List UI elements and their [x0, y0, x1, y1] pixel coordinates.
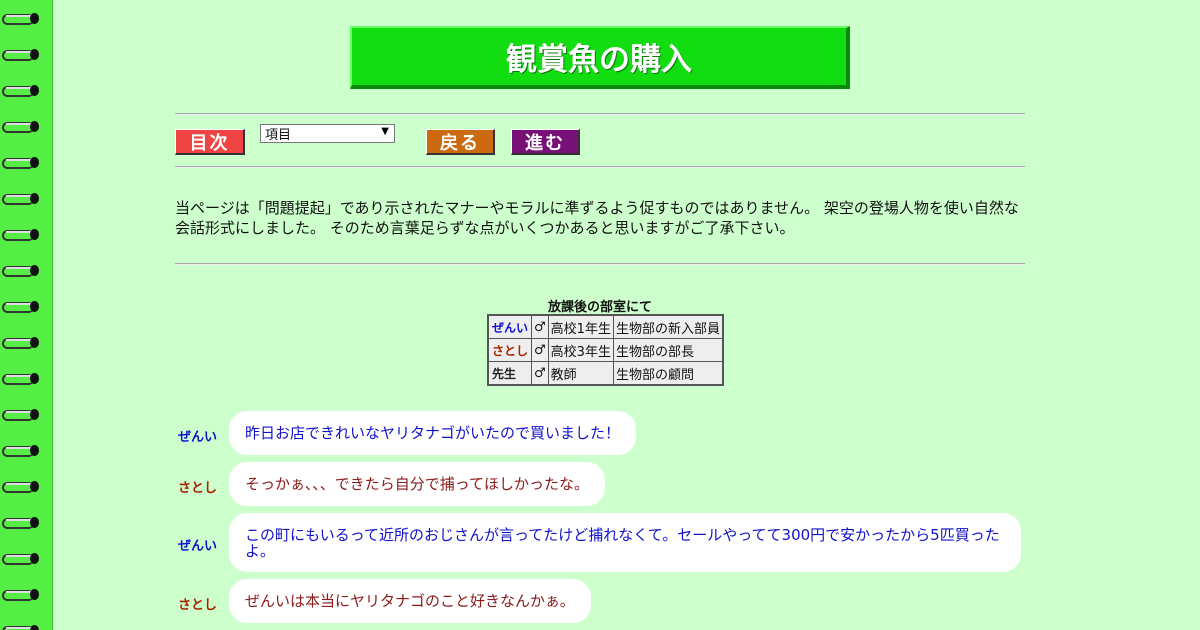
cast-grade: 教師: [547, 361, 614, 386]
binding-ring-icon: [2, 478, 39, 496]
binding-ring-icon: [2, 10, 39, 28]
cast-table: ぜんい ♂ 高校1年生 生物部の新入部員 さとし ♂ 高校3年生 生物部の部長 …: [487, 314, 724, 386]
binding-ring-icon: [2, 442, 39, 460]
binding-ring-icon: [2, 622, 39, 630]
cast-role: 生物部の新入部員: [612, 314, 724, 339]
cast-row: 先生 ♂ 教師 生物部の顧問: [487, 361, 724, 386]
binding-ring-icon: [2, 298, 39, 316]
cast-name: さとし: [487, 338, 533, 362]
divider-top: [175, 113, 1025, 115]
speech-bubble: この町にもいるって近所のおじさんが言ってたけど捕れなくて。セールやってて300円…: [229, 513, 1021, 572]
cast-sex: ♂: [531, 361, 549, 386]
next-button[interactable]: 進む: [511, 129, 580, 155]
binding-ring-icon: [2, 586, 39, 604]
speech-bubble: そっかぁ、、、できたら自分で捕ってほしかったな。: [229, 462, 605, 506]
speaker-label: さとし: [178, 598, 218, 613]
binding-ring-icon: [2, 190, 39, 208]
speaker-label: ぜんい: [178, 539, 218, 554]
page-title: 観賞魚の購入: [506, 42, 692, 78]
spiral-binding: [0, 0, 53, 630]
cast-sex: ♂: [531, 314, 549, 339]
back-button[interactable]: 戻る: [426, 129, 495, 155]
cast-sex: ♂: [531, 338, 549, 362]
cast-row: ぜんい ♂ 高校1年生 生物部の新入部員: [487, 314, 724, 339]
cast-grade: 高校3年生: [547, 338, 614, 362]
cast-grade: 高校1年生: [547, 314, 614, 339]
dropdown-arrow-icon: ▼: [381, 126, 389, 137]
toc-button[interactable]: 目次: [175, 129, 245, 155]
cast-name: 先生: [487, 361, 533, 386]
section-select-value: 項目: [265, 128, 292, 143]
speech-bubble: 昨日お店できれいなヤリタナゴがいたので買いました！: [229, 411, 637, 455]
speech-text: ぜんいは本当にヤリタナゴのこと好きなんかぁ。: [245, 592, 575, 610]
speech-bubble: ぜんいは本当にヤリタナゴのこと好きなんかぁ。: [229, 579, 591, 623]
cast-row: さとし ♂ 高校3年生 生物部の部長: [487, 338, 724, 362]
binding-ring-icon: [2, 514, 39, 532]
divider-nav: [175, 166, 1025, 168]
speech-text: 昨日お店できれいなヤリタナゴがいたので買いました！: [245, 424, 621, 442]
cast-role: 生物部の顧問: [612, 361, 724, 386]
binding-ring-icon: [2, 334, 39, 352]
page-title-banner: 観賞魚の購入: [350, 26, 850, 89]
binding-ring-icon: [2, 406, 39, 424]
binding-ring-icon: [2, 262, 39, 280]
speaker-label: さとし: [178, 481, 218, 496]
cast-name: ぜんい: [487, 314, 533, 339]
speech-text: この町にもいるって近所のおじさんが言ってたけど捕れなくて。セールやってて300円…: [245, 525, 1000, 560]
binding-ring-icon: [2, 226, 39, 244]
cast-caption: 放課後の部室にて: [547, 300, 652, 315]
binding-ring-icon: [2, 550, 39, 568]
binding-ring-icon: [2, 154, 39, 172]
speaker-label: ぜんい: [178, 430, 218, 445]
disclaimer-text: 当ページは「問題提起」であり示されたマナーやモラルに準ずるよう促すものではありま…: [175, 199, 1019, 237]
binding-ring-icon: [2, 118, 39, 136]
speech-text: そっかぁ、、、できたら自分で捕ってほしかったな。: [245, 475, 589, 493]
cast-role: 生物部の部長: [612, 338, 724, 362]
divider-notice: [175, 263, 1025, 265]
binding-ring-icon: [2, 370, 39, 388]
binding-ring-icon: [2, 46, 39, 64]
binding-ring-icon: [2, 82, 39, 100]
section-select[interactable]: 項目 ▼: [260, 124, 395, 143]
